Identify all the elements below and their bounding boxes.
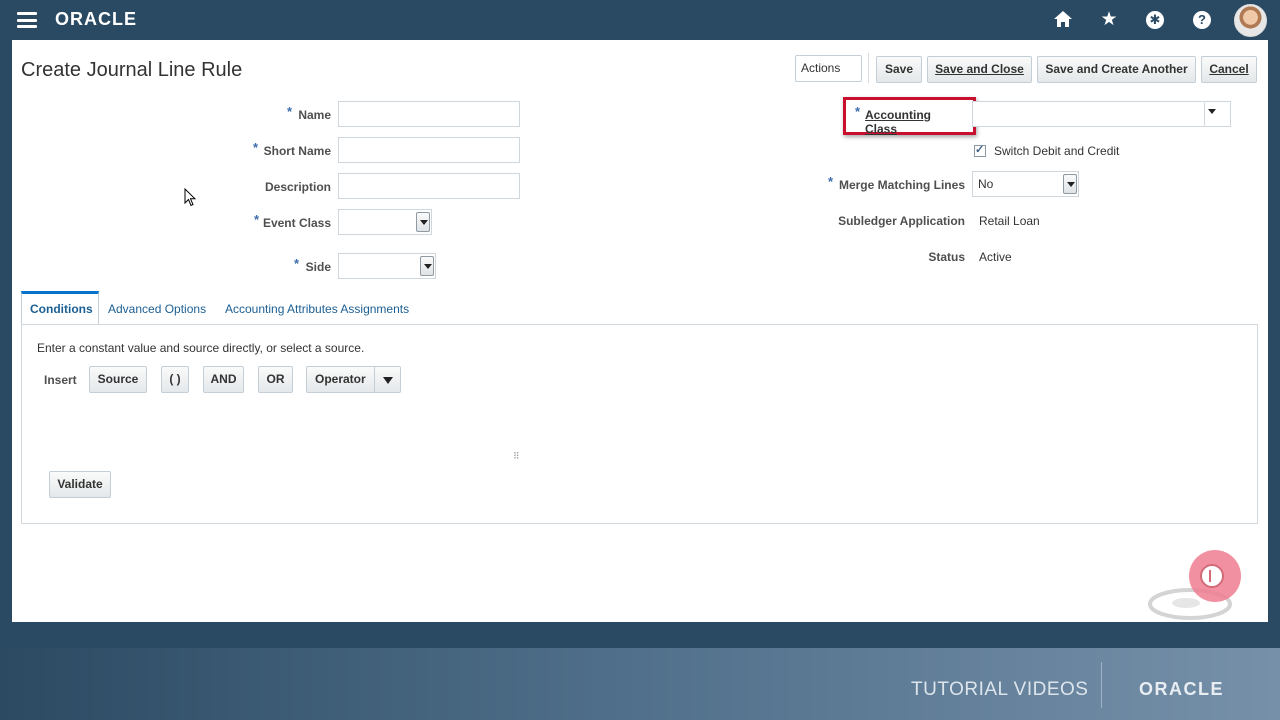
chevron-down-icon[interactable]: [420, 256, 434, 276]
description-input[interactable]: [338, 173, 520, 199]
accessibility-icon[interactable]: ✱: [1146, 11, 1164, 29]
switch-debit-credit-checkbox[interactable]: [974, 143, 986, 157]
main-panel: Create Journal Line Rule Actions Save Sa…: [12, 40, 1268, 622]
save-and-create-another-button[interactable]: Save and Create Another: [1037, 56, 1196, 83]
cancel-button[interactable]: Cancel: [1201, 56, 1257, 83]
save-and-close-label: Save and Close: [935, 62, 1024, 76]
source-button[interactable]: Source: [89, 366, 147, 393]
cancel-label: Cancel: [1209, 62, 1249, 76]
mouse-cursor-icon: [184, 188, 196, 207]
menu-icon[interactable]: [17, 12, 37, 28]
toolbar-divider: [868, 53, 869, 83]
avatar[interactable]: [1234, 4, 1267, 37]
merge-matching-lines-label: Merge Matching Lines: [838, 178, 965, 192]
chevron-down-icon[interactable]: [1063, 174, 1077, 194]
name-input[interactable]: [338, 101, 520, 127]
subledger-application-label: Subledger Application: [838, 214, 965, 228]
tab-accounting-attributes-assignments[interactable]: Accounting Attributes Assignments: [225, 291, 409, 324]
required-marker: *: [828, 174, 834, 189]
or-button[interactable]: OR: [258, 366, 293, 393]
save-button[interactable]: Save: [876, 56, 922, 83]
required-marker: *: [855, 104, 861, 119]
page-title: Create Journal Line Rule: [21, 59, 243, 81]
status-value: Active: [979, 250, 1012, 264]
operator-menu-button[interactable]: Operator: [306, 366, 401, 393]
footer-divider: [1101, 662, 1102, 708]
tab-conditions[interactable]: Conditions: [21, 291, 99, 324]
parentheses-button[interactable]: ( ): [161, 366, 189, 393]
chevron-down-icon[interactable]: [416, 212, 430, 232]
star-icon[interactable]: ★: [1098, 9, 1120, 31]
description-label: Description: [264, 180, 331, 194]
video-control-widget[interactable]: [1148, 548, 1248, 622]
event-class-label: Event Class: [262, 216, 331, 230]
subledger-application-value: Retail Loan: [979, 214, 1040, 228]
accounting-class-label[interactable]: Accounting Class: [865, 108, 965, 136]
short-name-input[interactable]: [338, 137, 520, 163]
conditions-panel: Enter a constant value and source direct…: [21, 324, 1258, 524]
help-icon[interactable]: ?: [1193, 11, 1211, 29]
name-label: Name: [298, 108, 331, 122]
merge-matching-lines-select[interactable]: No: [972, 171, 1079, 197]
side-label: Side: [305, 260, 331, 274]
accounting-class-select[interactable]: [972, 101, 1231, 127]
footer-banner: TUTORIAL VIDEOS ORACLE: [0, 648, 1280, 720]
operator-divider: [374, 367, 375, 392]
chevron-down-icon[interactable]: [1204, 102, 1230, 126]
event-class-select[interactable]: [338, 209, 432, 235]
footer-strip: [0, 622, 1280, 648]
footer-oracle-logo: ORACLE: [1139, 679, 1224, 699]
oracle-logo: ORACLE: [55, 9, 137, 29]
top-bar: ORACLE ★ ✱ ?: [0, 0, 1280, 40]
home-icon[interactable]: [1052, 9, 1074, 31]
insert-label: Insert: [44, 373, 77, 387]
switch-debit-credit-label: Switch Debit and Credit: [994, 144, 1120, 158]
resize-grip-icon[interactable]: ⠿: [513, 451, 520, 462]
conditions-instructions: Enter a constant value and source direct…: [37, 341, 365, 355]
and-button[interactable]: AND: [203, 366, 244, 393]
actions-menu[interactable]: Actions: [795, 55, 862, 82]
side-select[interactable]: [338, 253, 436, 279]
tab-bar: Conditions Advanced Options Accounting A…: [21, 291, 1258, 324]
chevron-down-icon[interactable]: [383, 377, 393, 384]
status-label: Status: [928, 250, 965, 264]
short-name-label: Short Name: [263, 144, 331, 158]
tab-advanced-options[interactable]: Advanced Options: [108, 291, 206, 324]
tutorial-videos-label: TUTORIAL VIDEOS: [911, 679, 1089, 700]
operator-label: Operator: [315, 372, 366, 386]
merge-matching-lines-value: No: [978, 177, 994, 191]
validate-button[interactable]: Validate: [49, 471, 111, 498]
save-and-close-button[interactable]: Save and Close: [927, 56, 1032, 83]
